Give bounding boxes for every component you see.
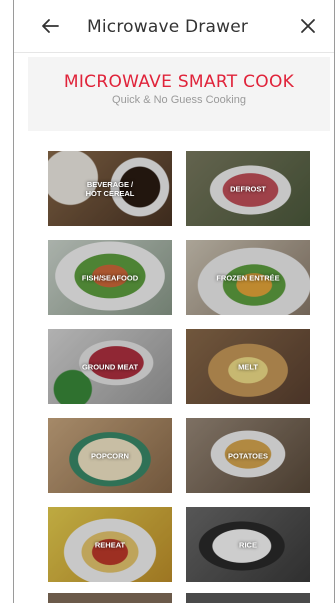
tile-label: POPCORN <box>91 451 129 460</box>
tile-label: REHEAT <box>94 540 126 549</box>
category-tile-frozen-entree[interactable]: FROZEN ENTRÉE <box>186 240 310 315</box>
app-frame: Microwave Drawer MICROWAVE SMART COOK Qu… <box>13 0 335 603</box>
close-icon[interactable] <box>296 14 320 38</box>
tile-label: BEVERAGE / HOT CEREAL <box>85 179 135 198</box>
category-tile-popcorn[interactable]: POPCORN <box>48 418 172 493</box>
category-tile-defrost[interactable]: DEFROST <box>186 151 310 226</box>
top-bar: Microwave Drawer <box>14 0 334 53</box>
tile-label: FISH/SEAFOOD <box>81 273 139 282</box>
tile-label: MELT <box>238 362 258 371</box>
banner-title: MICROWAVE SMART COOK <box>63 72 295 92</box>
page-title: Microwave Drawer <box>87 17 249 37</box>
category-tile-partial[interactable] <box>48 593 172 603</box>
next-row-partial <box>48 593 310 603</box>
category-tile-beverage-hot-cereal[interactable]: BEVERAGE / HOT CEREAL <box>48 151 172 226</box>
banner-subtitle: Quick & No Guess Cooking <box>112 94 246 106</box>
tile-label: POTATOES <box>227 451 268 460</box>
smart-cook-banner: MICROWAVE SMART COOK Quick & No Guess Co… <box>28 57 330 131</box>
category-tile-melt[interactable]: MELT <box>186 329 310 404</box>
tile-label: GROUND MEAT <box>81 362 139 371</box>
tile-label: FROZEN ENTRÉE <box>216 273 280 282</box>
tile-label: DEFROST <box>230 184 266 193</box>
category-tile-fish-seafood[interactable]: FISH/SEAFOOD <box>48 240 172 315</box>
tile-label: RICE <box>239 540 257 549</box>
category-tile-ground-meat[interactable]: GROUND MEAT <box>48 329 172 404</box>
category-grid: BEVERAGE / HOT CEREAL DEFROST FISH/SEAFO… <box>48 151 310 582</box>
back-arrow-icon[interactable] <box>38 14 62 38</box>
category-tile-partial[interactable] <box>186 593 310 603</box>
category-tile-potatoes[interactable]: POTATOES <box>186 418 310 493</box>
category-tile-rice[interactable]: RICE <box>186 507 310 582</box>
category-tile-reheat[interactable]: REHEAT <box>48 507 172 582</box>
